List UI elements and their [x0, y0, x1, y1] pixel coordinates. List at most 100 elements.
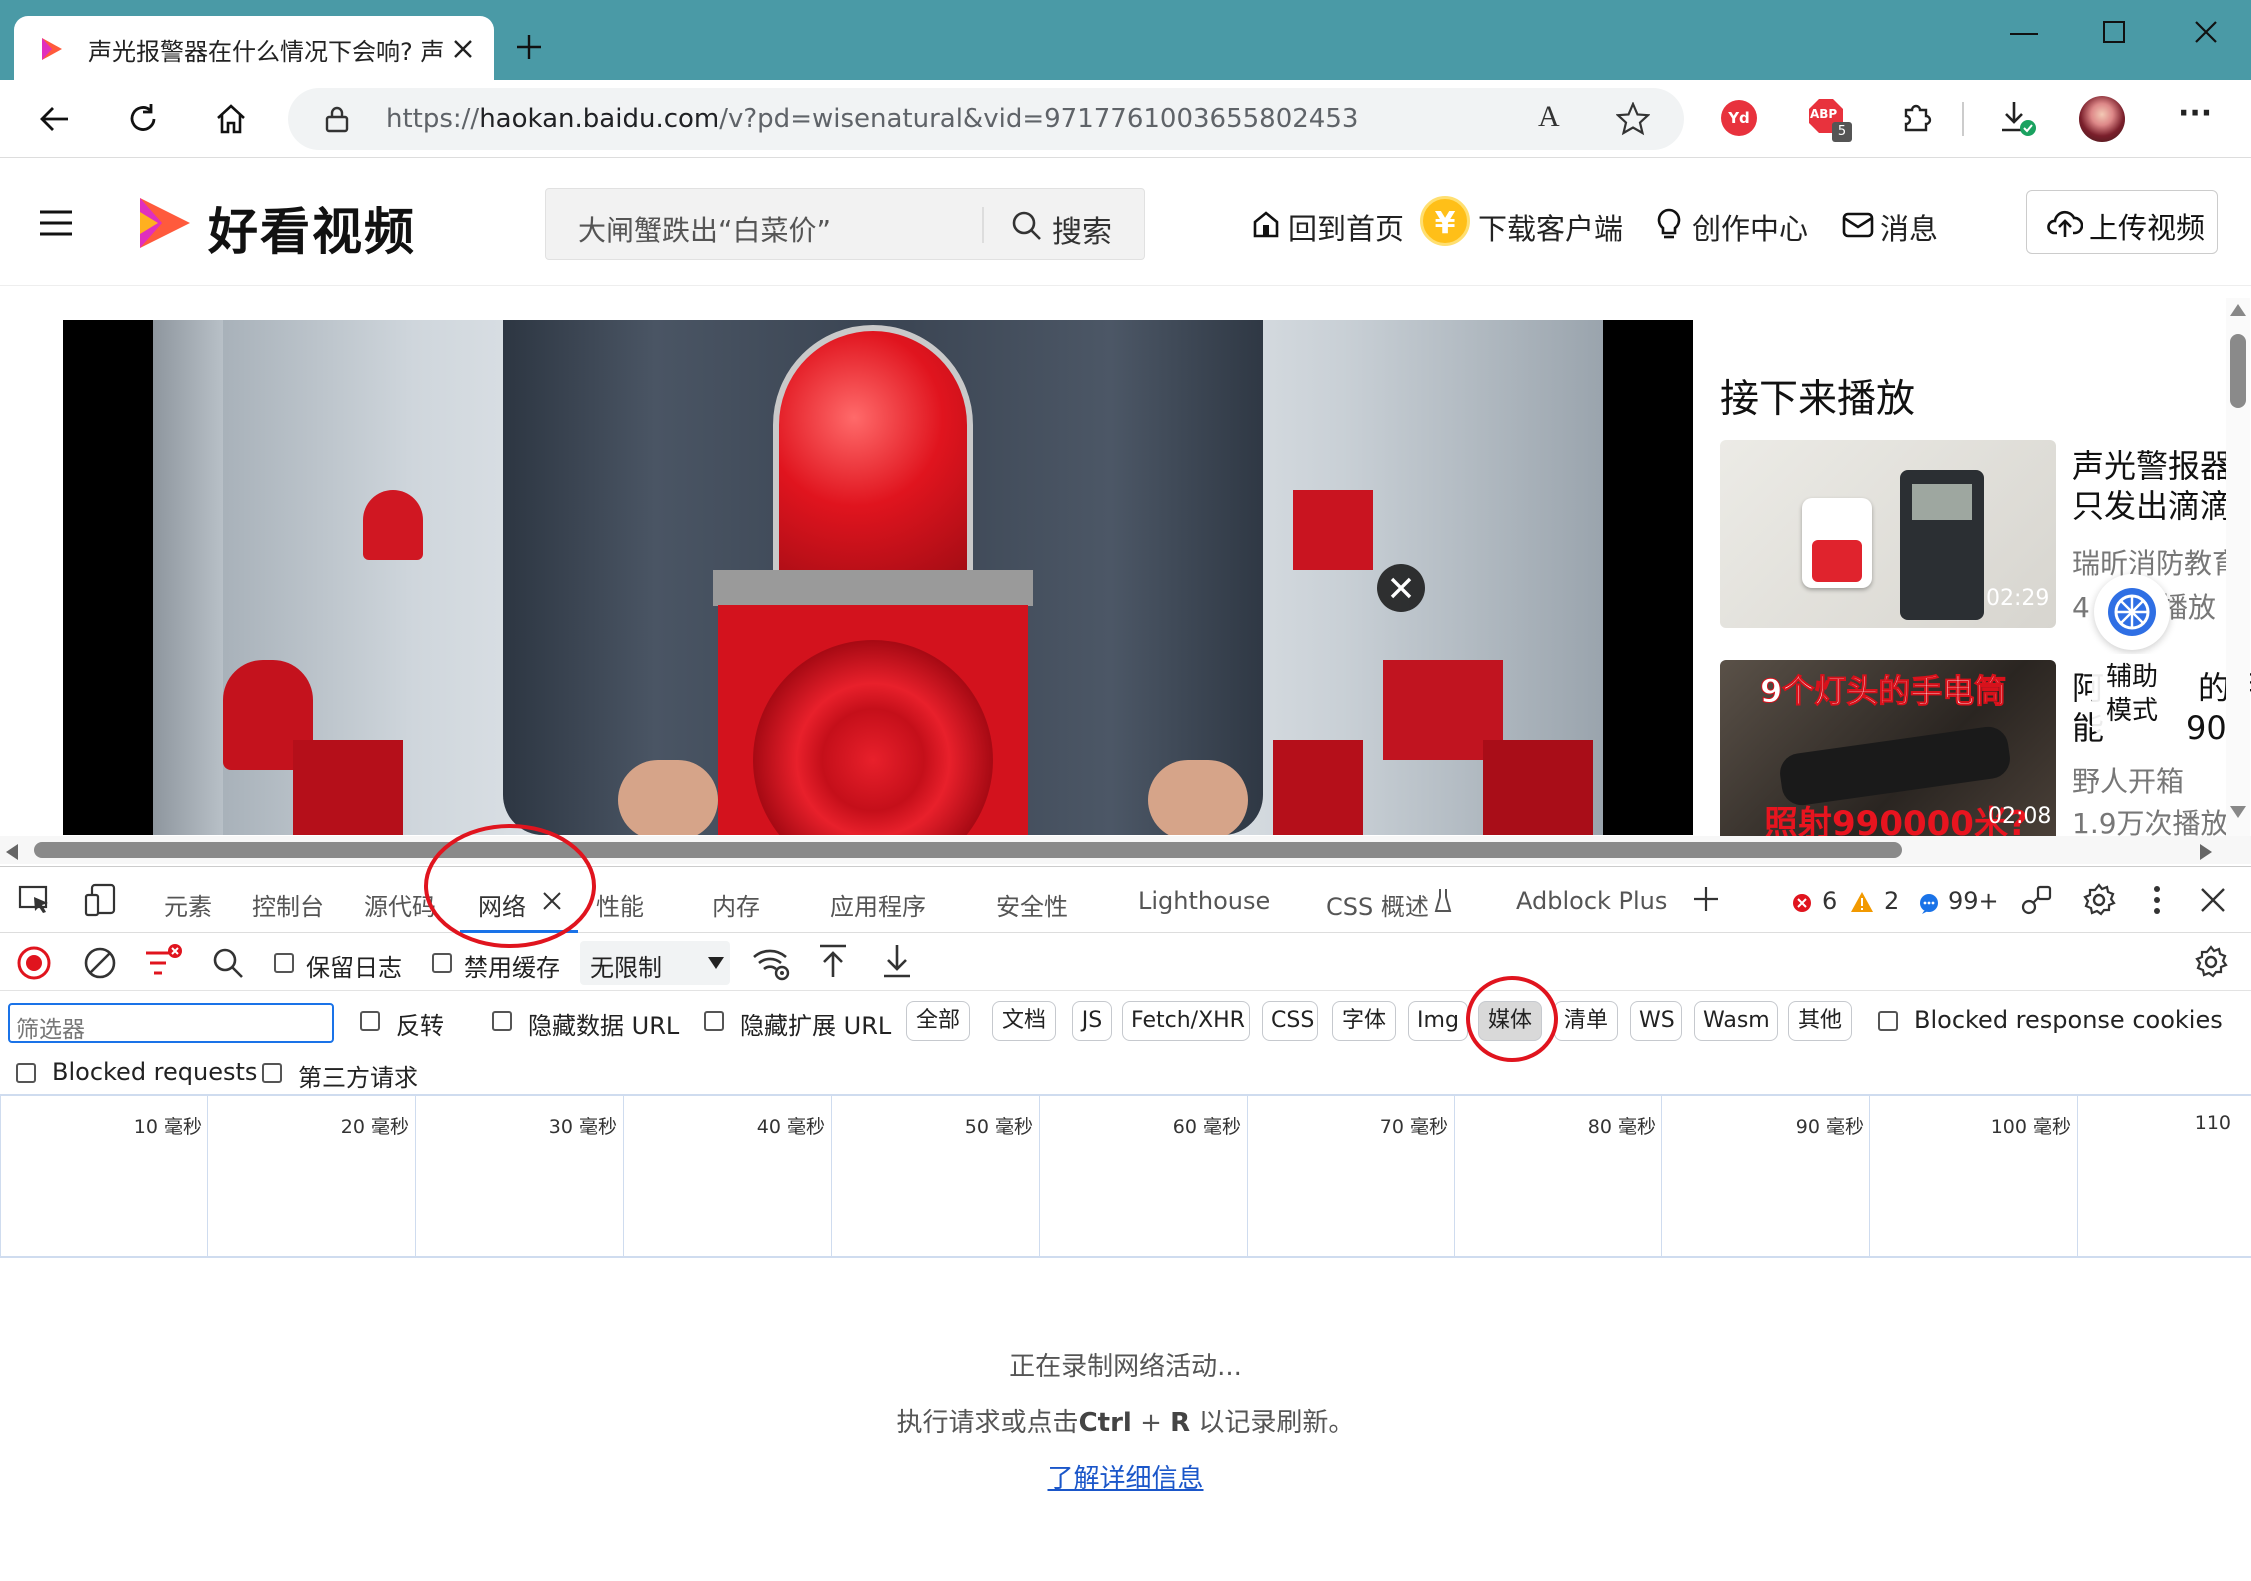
filter-chip-font[interactable]: 字体: [1332, 1001, 1396, 1041]
devtools-tab-css-overview[interactable]: CSS 概述: [1326, 887, 1429, 922]
devtools-tab-application[interactable]: 应用程序: [830, 887, 926, 922]
url-text[interactable]: https://haokan.baidu.com/v?pd=wisenatura…: [386, 104, 1358, 134]
search-icon[interactable]: [212, 947, 244, 979]
read-aloud-icon[interactable]: A: [1538, 100, 1560, 134]
nav-creator-center-link[interactable]: 创作中心: [1692, 206, 1808, 248]
scroll-up-arrow-icon[interactable]: [2230, 304, 2246, 316]
blocked-response-cookies-checkbox[interactable]: [1878, 1011, 1898, 1031]
extensions-puzzle-icon[interactable]: [1898, 100, 1934, 136]
rec-thumbnail[interactable]: 9个灯头的手电筒 照射990000米? 02:08: [1720, 660, 2056, 836]
network-conditions-wifi-icon[interactable]: [752, 945, 792, 981]
devtools-tab-console[interactable]: 控制台: [252, 887, 324, 922]
invert-checkbox[interactable]: [360, 1011, 380, 1031]
preserve-log-checkbox[interactable]: [274, 953, 294, 973]
hide-extension-urls-checkbox[interactable]: [704, 1011, 724, 1031]
haokan-logo-icon[interactable]: [128, 188, 198, 258]
address-bar[interactable]: https://haokan.baidu.com/v?pd=wisenatura…: [288, 88, 1684, 150]
browser-tab[interactable]: 声光报警器在什么情况下会响? 声: [14, 16, 494, 80]
adblock-extension-icon[interactable]: ABP 5: [1808, 98, 1852, 142]
network-settings-gear-icon[interactable]: [2194, 945, 2228, 979]
home-nav-icon: [1253, 211, 1279, 238]
warning-icon[interactable]: [1850, 891, 1874, 913]
new-tab-icon[interactable]: [514, 32, 544, 62]
error-icon[interactable]: [1792, 893, 1812, 913]
lock-icon[interactable]: [324, 105, 350, 133]
filter-chip-ws[interactable]: WS: [1630, 1001, 1682, 1041]
third-party-requests-checkbox[interactable]: [262, 1063, 282, 1083]
settings-gear-icon[interactable]: [2082, 883, 2116, 917]
info-message-icon[interactable]: [1918, 893, 1940, 915]
clear-icon[interactable]: [82, 945, 118, 981]
devtools-tab-security[interactable]: 安全性: [996, 887, 1068, 922]
page-vertical-scrollbar[interactable]: [2226, 298, 2250, 838]
vertical-scroll-thumb[interactable]: [2230, 334, 2246, 408]
more-menu-icon[interactable]: ···: [2178, 96, 2212, 131]
rec-thumbnail[interactable]: 02:29: [1720, 440, 2056, 628]
nav-download-client-link[interactable]: 下载客户端: [1478, 206, 1623, 248]
filter-chip-fetch-xhr[interactable]: Fetch/XHR: [1122, 1001, 1250, 1041]
filter-chip-js[interactable]: JS: [1072, 1001, 1112, 1041]
disable-cache-checkbox[interactable]: [432, 953, 452, 973]
scroll-down-arrow-icon[interactable]: [2230, 806, 2246, 818]
nav-home-link[interactable]: 回到首页: [1288, 206, 1404, 248]
site-search-input[interactable]: 大闸蟹跌出“白菜价”: [578, 209, 831, 249]
filter-toggle-icon[interactable]: [144, 943, 184, 981]
import-har-icon[interactable]: [818, 943, 848, 979]
back-icon[interactable]: [38, 102, 72, 136]
scroll-left-arrow-icon[interactable]: [6, 844, 18, 860]
filter-chip-css[interactable]: CSS: [1262, 1001, 1318, 1041]
filter-chip-doc[interactable]: 文档: [992, 1001, 1056, 1041]
close-tab-icon[interactable]: [452, 38, 474, 60]
hide-data-urls-checkbox[interactable]: [492, 1011, 512, 1031]
filter-chip-wasm[interactable]: Wasm: [1694, 1001, 1778, 1041]
device-emulation-icon[interactable]: [84, 883, 118, 917]
warning-count[interactable]: 2: [1884, 887, 1899, 915]
site-logo-text[interactable]: 好看视频: [208, 192, 416, 264]
refresh-icon[interactable]: [126, 102, 160, 136]
youdao-extension-icon[interactable]: Yd: [1721, 100, 1757, 136]
page-horizontal-scrollbar[interactable]: [0, 836, 2251, 864]
recording-hint-text: 以记录刷新。: [1190, 1408, 1355, 1438]
network-filter-input[interactable]: 筛选器: [8, 1003, 334, 1043]
devtools-tab-lighthouse[interactable]: Lighthouse: [1138, 887, 1270, 915]
filter-chip-manifest[interactable]: 清单: [1554, 1001, 1618, 1041]
video-player[interactable]: [63, 320, 1693, 835]
hamburger-menu-icon[interactable]: [40, 210, 72, 236]
favorite-star-icon[interactable]: [1616, 102, 1650, 136]
blocked-requests-checkbox[interactable]: [16, 1063, 36, 1083]
upload-video-button[interactable]: 上传视频: [2026, 190, 2218, 254]
close-window-icon[interactable]: [2194, 20, 2218, 44]
lightbulb-icon: [1657, 208, 1681, 239]
video-overlay-close-button[interactable]: [1377, 564, 1425, 612]
nav-messages-link[interactable]: 消息: [1880, 206, 1938, 248]
inspect-element-icon[interactable]: [18, 885, 52, 915]
message-count[interactable]: 99+: [1948, 887, 1999, 915]
learn-more-link[interactable]: 了解详细信息: [1047, 1464, 1203, 1494]
filter-chip-img[interactable]: Img: [1408, 1001, 1468, 1041]
throttling-select[interactable]: 无限制: [580, 941, 730, 985]
filter-chip-other[interactable]: 其他: [1788, 1001, 1852, 1041]
add-tab-icon[interactable]: [1692, 885, 1720, 913]
devtools-tab-memory[interactable]: 内存: [712, 887, 760, 922]
devtools-tab-elements[interactable]: 元素: [164, 887, 212, 922]
downloads-icon[interactable]: [1998, 98, 2038, 138]
profile-avatar[interactable]: [2079, 96, 2125, 142]
record-stop-icon[interactable]: [16, 945, 52, 981]
close-devtools-icon[interactable]: [2200, 887, 2226, 913]
annotation-circle-network-tab: [424, 824, 596, 948]
error-count[interactable]: 6: [1822, 887, 1837, 915]
connections-icon[interactable]: [2020, 883, 2054, 917]
site-search-box[interactable]: 大闸蟹跌出“白菜价” 搜索: [545, 188, 1145, 260]
horizontal-scroll-thumb[interactable]: [34, 842, 1902, 858]
maximize-icon[interactable]: [2102, 20, 2126, 44]
devtools-more-icon[interactable]: [2152, 885, 2162, 915]
export-har-icon[interactable]: [882, 943, 912, 979]
rec-title[interactable]: 声光警报器 只发出滴滴: [2072, 446, 2251, 526]
filter-chip-all[interactable]: 全部: [906, 1001, 970, 1041]
assist-mode-button[interactable]: [2094, 574, 2170, 650]
devtools-tab-adblock-plus[interactable]: Adblock Plus: [1516, 887, 1667, 915]
devtools-tab-performance[interactable]: 性能: [596, 887, 644, 922]
scroll-right-arrow-icon[interactable]: [2200, 844, 2212, 860]
minimize-icon[interactable]: [2010, 32, 2038, 36]
home-icon[interactable]: [214, 102, 248, 136]
